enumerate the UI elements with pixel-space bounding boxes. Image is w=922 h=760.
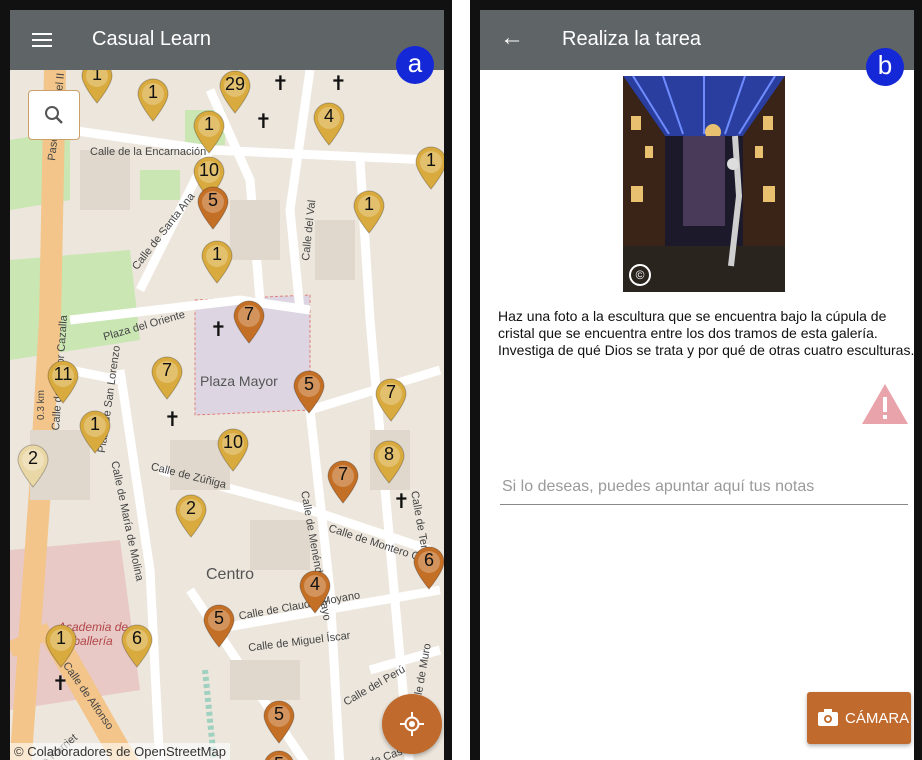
map-attribution[interactable]: © Colaboradores de OpenStreetMap bbox=[10, 743, 230, 760]
task-photo[interactable]: © bbox=[623, 76, 785, 292]
camera-button[interactable]: CÁMARA bbox=[807, 692, 911, 744]
map-marker[interactable]: 1 bbox=[78, 410, 112, 454]
app-bar: ← Realiza la tarea bbox=[480, 10, 914, 70]
camera-icon bbox=[818, 709, 838, 726]
map-marker[interactable]: 5 bbox=[196, 186, 230, 230]
marker-count: 1 bbox=[425, 150, 436, 170]
search-icon bbox=[45, 106, 63, 124]
phone-screen-task: ← Realiza la tarea b © Haz una foto a la… bbox=[470, 0, 922, 760]
marker-count: 10 bbox=[222, 432, 244, 452]
svg-text:✝: ✝ bbox=[393, 489, 410, 513]
map-marker[interactable]: 5 bbox=[262, 700, 296, 744]
map-label-plaza-mayor: Plaza Mayor bbox=[200, 373, 278, 389]
svg-text:✝: ✝ bbox=[255, 109, 272, 133]
marker-count: 5 bbox=[207, 190, 218, 210]
map-marker[interactable]: 1 bbox=[200, 240, 234, 284]
app-title: Casual Learn bbox=[92, 28, 211, 50]
marker-count: 8 bbox=[383, 444, 394, 464]
marker-count: 4 bbox=[323, 106, 334, 126]
my-location-icon bbox=[400, 712, 424, 736]
map-marker[interactable]: 5 bbox=[292, 370, 326, 414]
camera-button-label: CÁMARA bbox=[845, 710, 910, 727]
marker-count: 1 bbox=[211, 244, 222, 264]
marker-count: 7 bbox=[243, 304, 254, 324]
map-marker[interactable]: 7 bbox=[326, 460, 360, 504]
map-marker[interactable]: 7 bbox=[150, 356, 184, 400]
map-marker[interactable]: 10 bbox=[216, 428, 250, 472]
marker-count: 5 bbox=[262, 754, 296, 760]
map-marker[interactable]: 8 bbox=[372, 440, 406, 484]
gallery-photo-image bbox=[623, 76, 785, 292]
map-marker[interactable]: 1 bbox=[414, 146, 444, 190]
map-marker[interactable]: 1 bbox=[192, 110, 226, 154]
marker-count: 4 bbox=[309, 574, 320, 594]
map-marker[interactable]: 5 bbox=[202, 604, 236, 648]
marker-count: 1 bbox=[55, 628, 66, 648]
warning-icon[interactable] bbox=[860, 382, 910, 426]
marker-count: 1 bbox=[147, 82, 158, 102]
marker-count: 7 bbox=[337, 464, 348, 484]
map-marker[interactable]: 4 bbox=[298, 570, 332, 614]
map-marker[interactable]: 29 bbox=[218, 70, 252, 114]
app-bar: Casual Learn bbox=[10, 10, 444, 70]
svg-text:✝: ✝ bbox=[164, 407, 181, 431]
map-marker[interactable]: 2 bbox=[174, 494, 208, 538]
task-description: Haz una foto a la escultura que se encue… bbox=[498, 308, 914, 358]
phone-screen-map: Casual Learn a ✝ ✝ ✝ ✝ ✝ ✝ ✝ Plaza Mayor… bbox=[0, 0, 452, 760]
marker-count: 1 bbox=[363, 194, 374, 214]
map-marker[interactable]: 4 bbox=[312, 102, 346, 146]
marker-count: 7 bbox=[385, 382, 396, 402]
marker-count: 7 bbox=[161, 360, 172, 380]
map-marker[interactable]: 7 bbox=[374, 378, 408, 422]
marker-count: 2 bbox=[27, 448, 38, 468]
marker-count: 5 bbox=[273, 704, 284, 724]
marker-count: 5 bbox=[213, 608, 224, 628]
map-marker[interactable]: 1 bbox=[136, 78, 170, 122]
map-marker[interactable]: 2 bbox=[16, 444, 50, 488]
copyright-icon[interactable]: © bbox=[629, 264, 651, 286]
marker-count: 6 bbox=[131, 628, 142, 648]
notes-input[interactable] bbox=[500, 474, 908, 505]
marker-count: 1 bbox=[203, 114, 214, 134]
marker-count: 5 bbox=[303, 374, 314, 394]
hamburger-icon[interactable] bbox=[32, 33, 52, 47]
map-marker[interactable]: 11 bbox=[46, 360, 80, 404]
map-marker[interactable]: 1 bbox=[44, 624, 78, 668]
back-arrow-icon[interactable]: ← bbox=[500, 26, 524, 50]
svg-text:✝: ✝ bbox=[210, 317, 227, 341]
map-label-centro: Centro bbox=[206, 566, 255, 583]
marker-count: 2 bbox=[185, 498, 196, 518]
marker-count: 11 bbox=[53, 364, 73, 384]
marker-count: 29 bbox=[224, 74, 246, 94]
map-view[interactable]: ✝ ✝ ✝ ✝ ✝ ✝ ✝ ✝ Plaza Mayor Centro Acade… bbox=[10, 60, 444, 760]
marker-count: 1 bbox=[89, 414, 100, 434]
map-marker[interactable]: 1 bbox=[352, 190, 386, 234]
marker-count: 6 bbox=[423, 550, 434, 570]
marker-count: 10 bbox=[198, 160, 220, 180]
map-marker[interactable]: 7 bbox=[232, 300, 266, 344]
my-location-button[interactable] bbox=[382, 694, 442, 754]
panel-badge-b: b bbox=[866, 48, 904, 86]
map-marker[interactable]: 5 bbox=[262, 750, 296, 760]
map-screen: Casual Learn a ✝ ✝ ✝ ✝ ✝ ✝ ✝ Plaza Mayor… bbox=[10, 10, 444, 760]
panel-badge-a: a bbox=[396, 46, 434, 84]
map-marker[interactable]: 6 bbox=[412, 546, 444, 590]
map-marker[interactable]: 6 bbox=[120, 624, 154, 668]
screen-title: Realiza la tarea bbox=[562, 28, 701, 50]
svg-text:✝: ✝ bbox=[330, 71, 347, 95]
svg-text:✝: ✝ bbox=[272, 71, 289, 95]
map-search-button[interactable] bbox=[28, 90, 80, 140]
task-screen: ← Realiza la tarea b © Haz una foto a la… bbox=[480, 10, 914, 760]
street-label: Calle de la Encarnación bbox=[90, 146, 207, 158]
